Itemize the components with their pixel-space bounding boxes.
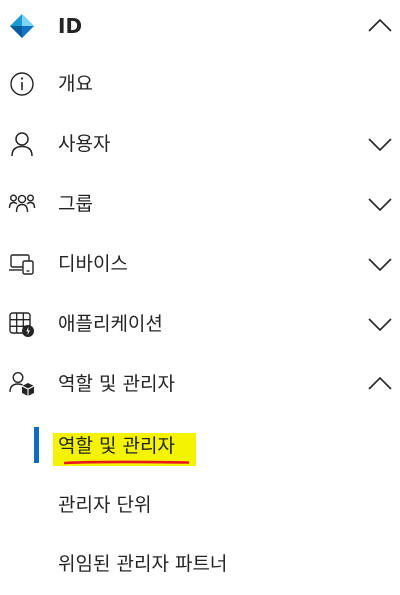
chevron-up-icon[interactable] [366, 14, 394, 36]
chevron-down-icon[interactable] [366, 314, 394, 336]
nav-item-label: 그룹 [58, 193, 93, 215]
nav-item-devices[interactable]: 디바이스 [0, 234, 400, 294]
subnav-item-label: 위임된 관리자 파트너 [58, 553, 228, 575]
subnav-item-roles-admins[interactable]: 역할 및 관리자 [0, 416, 400, 474]
identity-nav-menu: ID 개요 사용자 그룹 디바이스 애플리케이션 역할 및 관리자 역할 및 관… [0, 0, 400, 595]
nav-item-label: 사용자 [58, 133, 111, 155]
nav-section-label: ID [58, 14, 83, 38]
chevron-down-icon[interactable] [366, 254, 394, 276]
subnav-item-delegated-admin-partners[interactable]: 위임된 관리자 파트너 [0, 535, 400, 593]
info-icon [8, 70, 36, 98]
subnav-item-label: 관리자 단위 [58, 494, 152, 516]
nav-item-label: 디바이스 [58, 253, 128, 275]
nav-item-roles-admins[interactable]: 역할 및 관리자 [0, 354, 400, 414]
chevron-down-icon[interactable] [366, 194, 394, 216]
nav-item-label: 애플리케이션 [58, 313, 163, 335]
subnav-item-admin-units[interactable]: 관리자 단위 [0, 476, 400, 534]
identity-diamond-icon [8, 12, 36, 40]
chevron-down-icon[interactable] [366, 134, 394, 156]
person-icon [8, 130, 36, 158]
nav-item-label: 역할 및 관리자 [58, 373, 175, 395]
people-team-icon [8, 190, 36, 218]
nav-item-overview[interactable]: 개요 [0, 54, 400, 114]
annotation-underline [64, 460, 189, 465]
nav-item-users[interactable]: 사용자 [0, 114, 400, 174]
nav-item-applications[interactable]: 애플리케이션 [0, 294, 400, 354]
nav-section-identity[interactable]: ID [0, 0, 400, 60]
devices-icon [8, 250, 36, 278]
app-grid-icon [8, 310, 36, 338]
chevron-up-icon[interactable] [366, 372, 394, 394]
subnav-item-label: 역할 및 관리자 [58, 435, 175, 457]
nav-item-label: 개요 [58, 73, 93, 95]
nav-item-groups[interactable]: 그룹 [0, 174, 400, 234]
person-roles-icon [8, 370, 36, 398]
